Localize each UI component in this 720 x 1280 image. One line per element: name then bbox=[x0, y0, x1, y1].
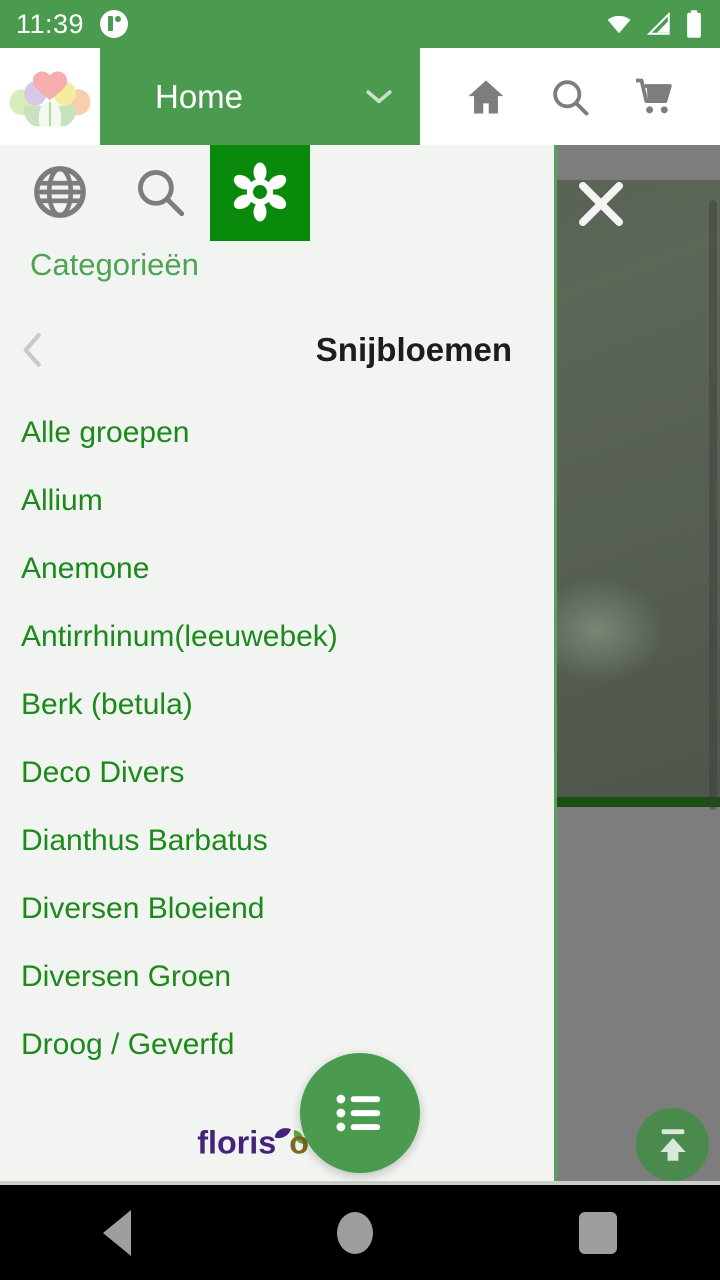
drawer-tab-flower[interactable] bbox=[210, 143, 310, 241]
close-overlay-button[interactable] bbox=[570, 173, 632, 235]
home-icon[interactable] bbox=[464, 75, 508, 119]
categories-drawer: Categorieën Snijbloemen Alle groepen All… bbox=[0, 143, 557, 1185]
category-list: Alle groepen Allium Anemone Antirrhinum(… bbox=[0, 393, 554, 1079]
android-nav-bar bbox=[0, 1185, 720, 1280]
cart-icon[interactable] bbox=[632, 75, 676, 119]
battery-full-icon bbox=[687, 10, 701, 38]
vertical-scrollbar[interactable] bbox=[709, 200, 717, 810]
list-item[interactable]: Allium bbox=[0, 467, 554, 535]
search-icon bbox=[138, 170, 185, 217]
recents-square-icon[interactable] bbox=[579, 1211, 617, 1254]
cellular-signal-icon bbox=[646, 11, 670, 35]
chevron-left-icon[interactable] bbox=[18, 332, 48, 368]
header-actions bbox=[420, 48, 720, 145]
search-icon[interactable] bbox=[548, 75, 592, 119]
nav-divider bbox=[0, 1181, 720, 1185]
app-logo[interactable] bbox=[0, 48, 100, 145]
globe-icon bbox=[34, 166, 86, 218]
flower-icon bbox=[233, 162, 287, 222]
notification-badge-icon bbox=[100, 10, 129, 38]
upload-arrow-icon bbox=[659, 1128, 686, 1161]
brand-footer: floris o bbox=[0, 1109, 554, 1169]
drawer-tab-bar bbox=[0, 143, 554, 241]
list-item[interactable]: Antirrhinum(leeuwebek) bbox=[0, 603, 554, 671]
list-menu-icon bbox=[336, 1094, 381, 1132]
list-item[interactable]: Diversen Groen bbox=[0, 943, 554, 1011]
list-item[interactable]: Droog / Geverfd bbox=[0, 1011, 554, 1079]
list-item[interactable]: Anemone bbox=[0, 535, 554, 603]
scroll-to-top-icon[interactable] bbox=[636, 1108, 709, 1181]
back-triangle-icon[interactable] bbox=[103, 1209, 131, 1256]
location-label: Home bbox=[155, 77, 244, 115]
wifi-icon bbox=[607, 15, 631, 34]
status-icons bbox=[604, 9, 704, 39]
status-bar: 11:39 bbox=[0, 0, 720, 48]
list-item[interactable]: Berk (betula) bbox=[0, 671, 554, 739]
status-time: 11:39 bbox=[16, 8, 85, 39]
menu-fab-button[interactable] bbox=[300, 1053, 420, 1173]
list-item[interactable]: Deco Divers bbox=[0, 739, 554, 807]
list-item[interactable]: Alle groepen bbox=[0, 399, 554, 467]
app-header: Home bbox=[0, 48, 720, 145]
location-selector[interactable]: Home bbox=[100, 48, 420, 145]
list-item[interactable]: Dianthus Barbatus bbox=[0, 807, 554, 875]
drawer-section-title: Categorieën bbox=[30, 247, 199, 282]
home-circle-icon[interactable] bbox=[337, 1211, 373, 1254]
breadcrumb: Snijbloemen bbox=[0, 307, 554, 393]
chevron-down-icon bbox=[366, 89, 392, 103]
page-title: Snijbloemen bbox=[315, 331, 512, 368]
flower-bouquet-logo bbox=[9, 70, 91, 126]
list-item[interactable]: Diversen Bloeiend bbox=[0, 875, 554, 943]
drawer-tab-search[interactable] bbox=[110, 143, 210, 241]
svg-text:floris: floris bbox=[197, 1125, 276, 1160]
close-icon bbox=[579, 182, 623, 226]
app-screen: 11:39 Home Categorieën Snijbloemen Alle … bbox=[0, 0, 720, 1280]
drawer-tab-globe[interactable] bbox=[10, 143, 110, 241]
